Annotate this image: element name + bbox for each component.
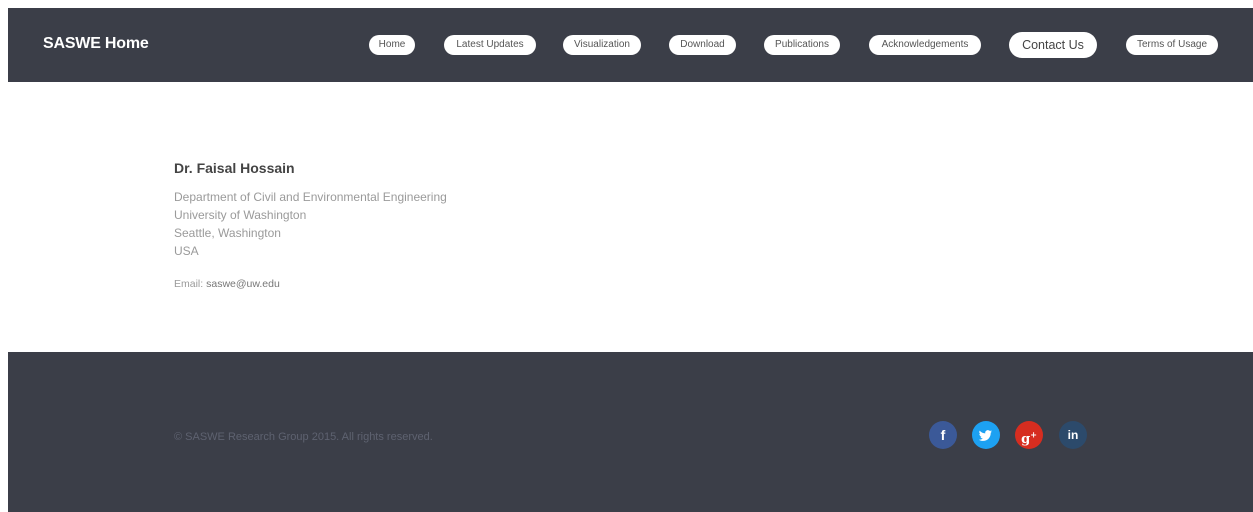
- email-label: Email:: [174, 278, 204, 290]
- nav-download[interactable]: Download: [669, 35, 736, 55]
- page: SASWE Home Home Latest Updates Visualiza…: [8, 8, 1253, 512]
- nav-visualization[interactable]: Visualization: [563, 35, 641, 55]
- site-footer: © SASWE Research Group 2015. All rights …: [8, 352, 1253, 512]
- twitter-icon[interactable]: [972, 421, 1000, 449]
- facebook-icon[interactable]: f: [929, 421, 957, 449]
- google-plus-glyph: g+: [1021, 430, 1037, 448]
- twitter-bird-icon: [978, 430, 992, 441]
- brand-link[interactable]: SASWE Home: [43, 35, 149, 53]
- address-university: University of Washington: [174, 208, 307, 222]
- site-header: SASWE Home Home Latest Updates Visualiza…: [8, 8, 1253, 82]
- address-country: USA: [174, 244, 199, 258]
- nav-latest-updates[interactable]: Latest Updates: [444, 35, 536, 55]
- google-plus-icon[interactable]: g+: [1015, 421, 1043, 449]
- facebook-glyph: f: [940, 427, 946, 443]
- nav-home[interactable]: Home: [369, 35, 415, 55]
- nav-acknowledgements[interactable]: Acknowledgements: [869, 35, 981, 55]
- email-row: Email: saswe@uw.edu: [174, 278, 447, 290]
- address-city: Seattle, Washington: [174, 226, 281, 240]
- nav-publications[interactable]: Publications: [764, 35, 840, 55]
- contact-name: Dr. Faisal Hossain: [174, 160, 295, 176]
- contact-block: Dr. Faisal Hossain Department of Civil a…: [174, 160, 447, 290]
- address-department: Department of Civil and Environmental En…: [174, 190, 447, 204]
- nav-contact-us[interactable]: Contact Us: [1009, 32, 1097, 58]
- main-content: Dr. Faisal Hossain Department of Civil a…: [8, 82, 1253, 352]
- copyright-text: © SASWE Research Group 2015. All rights …: [174, 431, 433, 443]
- linkedin-glyph: in: [1067, 428, 1079, 442]
- linkedin-icon[interactable]: in: [1059, 421, 1087, 449]
- email-link[interactable]: saswe@uw.edu: [206, 278, 280, 290]
- nav-terms-of-usage[interactable]: Terms of Usage: [1126, 35, 1218, 55]
